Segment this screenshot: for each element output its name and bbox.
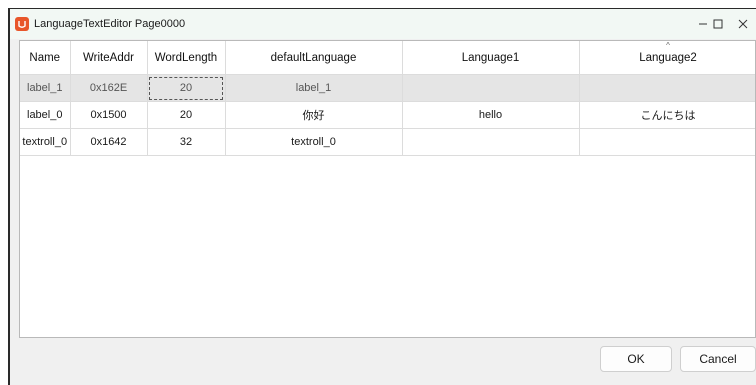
cell-wordlength[interactable]: 32 [147, 128, 226, 156]
cell-defaultlanguage[interactable]: label_1 [225, 74, 403, 102]
language-table: Name WriteAddr WordLength defaultLanguag… [20, 41, 755, 156]
column-header-writeaddr[interactable]: WriteAddr [70, 41, 148, 75]
maximize-icon [713, 19, 723, 29]
cell-language2[interactable] [579, 128, 755, 156]
cell-language1[interactable]: hello [402, 101, 580, 129]
cell-writeaddr[interactable]: 0x1500 [70, 101, 148, 129]
window-title: LanguageTextEditor Page0000 [34, 18, 186, 30]
sort-caret-icon: ^ [666, 41, 670, 50]
cell-defaultlanguage[interactable]: textroll_0 [225, 128, 403, 156]
column-header-language1[interactable]: Language1 [402, 41, 580, 75]
maximize-button[interactable] [708, 9, 728, 39]
table-row[interactable]: label_1 0x162E 20 label_1 [20, 74, 755, 102]
cell-language2[interactable]: こんにちは [579, 101, 755, 129]
cell-name[interactable]: label_1 [20, 74, 71, 102]
column-header-defaultlanguage[interactable]: defaultLanguage [225, 41, 403, 75]
cell-name[interactable]: label_0 [20, 101, 71, 129]
close-button[interactable] [730, 9, 756, 39]
language-grid[interactable]: Name WriteAddr WordLength defaultLanguag… [19, 40, 756, 338]
cell-language2[interactable] [579, 74, 755, 102]
cell-language1[interactable] [402, 128, 580, 156]
table-row[interactable]: textroll_0 0x1642 32 textroll_0 [20, 128, 755, 156]
title-bar[interactable]: LanguageTextEditor Page0000 [10, 9, 756, 39]
cell-writeaddr[interactable]: 0x162E [70, 74, 148, 102]
column-header-label: Language2 [639, 51, 697, 64]
column-header-name[interactable]: Name [20, 41, 71, 75]
app-icon [15, 17, 29, 31]
language-text-editor-window: LanguageTextEditor Page0000 Name WriteAd… [8, 8, 756, 385]
cell-wordlength[interactable]: 20 [147, 101, 226, 129]
cell-wordlength[interactable]: 20 [147, 74, 226, 102]
minimize-icon [699, 23, 707, 25]
cell-language1[interactable] [402, 74, 580, 102]
table-row[interactable]: label_0 0x1500 20 你好 hello こんにちは [20, 101, 755, 129]
cell-name[interactable]: textroll_0 [20, 128, 71, 156]
ok-button[interactable]: OK [600, 346, 672, 372]
cancel-button[interactable]: Cancel [680, 346, 756, 372]
cell-writeaddr[interactable]: 0x1642 [70, 128, 148, 156]
table-header-row: Name WriteAddr WordLength defaultLanguag… [20, 41, 755, 75]
column-header-language2[interactable]: ^ Language2 [579, 41, 755, 75]
cell-defaultlanguage[interactable]: 你好 [225, 101, 403, 129]
close-icon [738, 19, 748, 29]
column-header-wordlength[interactable]: WordLength [147, 41, 226, 75]
